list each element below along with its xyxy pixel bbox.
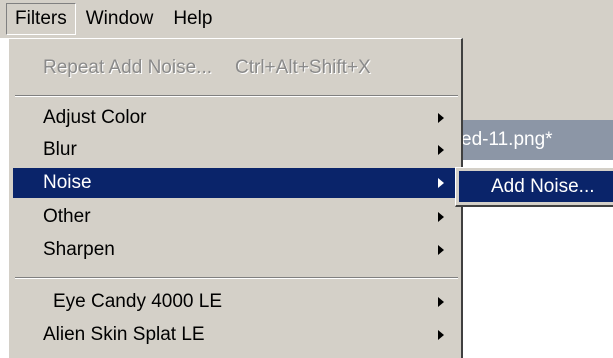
submenu-arrow-icon (438, 178, 444, 188)
menu-item-blur[interactable]: Blur (13, 135, 458, 165)
menu-separator (15, 277, 458, 279)
menu-item-label: Eye Candy 4000 LE (53, 291, 223, 312)
toolbar-area (463, 38, 613, 101)
menu-item-label: Adjust Color (43, 107, 147, 128)
menu-item-other[interactable]: Other (13, 202, 458, 232)
menu-item-shortcut: Ctrl+Alt+Shift+X (235, 57, 371, 78)
submenu-arrow-icon (438, 245, 444, 255)
menu-item-label: Repeat Add Noise... (43, 57, 212, 78)
filters-dropdown-menu: Repeat Add Noise... Ctrl+Alt+Shift+X Adj… (8, 38, 463, 358)
submenu-arrow-icon (438, 212, 444, 222)
noise-submenu: Add Noise... (455, 167, 613, 207)
document-titlebar (463, 100, 613, 120)
menu-item-add-noise[interactable]: Add Noise... (459, 171, 613, 202)
menu-bar: Filters Window Help (0, 0, 613, 38)
menu-item-label: Sharpen (43, 239, 115, 260)
menu-item-label: Blur (43, 139, 77, 160)
menu-item-alien-skin-splat[interactable]: Alien Skin Splat LE (13, 320, 458, 350)
menu-item-adjust-color[interactable]: Adjust Color (13, 103, 458, 133)
menu-item-label: Other (43, 206, 91, 227)
menu-item-sharpen[interactable]: Sharpen (13, 235, 458, 265)
submenu-arrow-icon (438, 113, 444, 123)
document-tab[interactable]: ed-11.png* (455, 120, 613, 160)
submenu-arrow-icon (438, 297, 444, 307)
menu-item-eye-candy[interactable]: Eye Candy 4000 LE (13, 287, 458, 317)
submenu-arrow-icon (438, 145, 444, 155)
menu-window[interactable]: Window (76, 4, 164, 34)
menu-filters[interactable]: Filters (6, 3, 76, 35)
menu-item-repeat-add-noise: Repeat Add Noise... Ctrl+Alt+Shift+X (13, 53, 458, 83)
menu-item-label: Noise (43, 172, 92, 193)
menu-help[interactable]: Help (163, 4, 222, 34)
menu-item-label: Alien Skin Splat LE (43, 324, 205, 345)
submenu-arrow-icon (438, 330, 444, 340)
menu-item-noise[interactable]: Noise (13, 168, 458, 198)
menu-separator (15, 95, 458, 97)
